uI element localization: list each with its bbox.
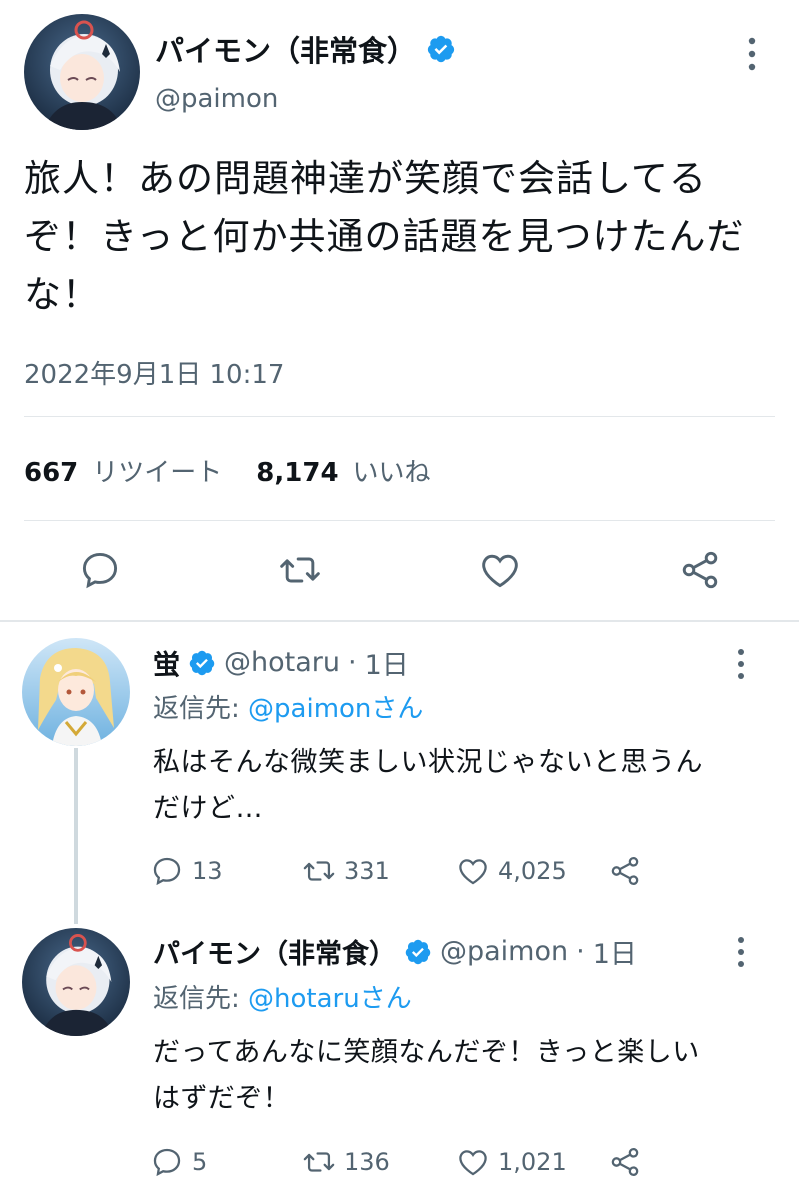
share-icon[interactable] xyxy=(678,548,722,592)
retweet-count: 331 xyxy=(344,857,390,885)
more-options-icon[interactable] xyxy=(740,34,764,74)
author-name[interactable]: パイモン（非常食） xyxy=(155,28,456,70)
like-count: 4,025 xyxy=(498,857,567,885)
like-icon[interactable] xyxy=(478,548,522,592)
tweet-timestamp[interactable]: 2022年9月1日 10:17 xyxy=(24,354,284,391)
like-icon xyxy=(459,859,487,885)
like-icon xyxy=(459,1150,487,1176)
reply-button[interactable]: 5 xyxy=(150,1145,207,1179)
separator-dot: · xyxy=(576,936,585,967)
like-count[interactable]: 8,174 xyxy=(256,458,338,488)
tweet-actions-bar xyxy=(0,548,799,598)
separator-dot: · xyxy=(347,647,357,678)
reply-2-header: パイモン（非常食） @paimon · 1日 xyxy=(153,932,637,971)
reply-1-header: 蛍 @hotaru · 1日 xyxy=(153,643,409,682)
retweet-button[interactable]: 331 xyxy=(302,854,390,888)
verified-badge-icon xyxy=(426,34,456,64)
verified-badge-icon xyxy=(404,938,432,966)
retweet-count: 136 xyxy=(344,1148,390,1176)
divider xyxy=(24,520,775,521)
retweet-count[interactable]: 667 xyxy=(24,458,78,488)
reply-to-label: 返信先: xyxy=(153,984,249,1014)
reply-1-handle[interactable]: @hotaru xyxy=(224,647,340,678)
avatar-paimon[interactable] xyxy=(24,14,140,130)
retweet-icon[interactable] xyxy=(278,548,322,592)
reply-2-actions: 5 136 1,021 xyxy=(150,1145,670,1185)
reply-2-handle[interactable]: @paimon xyxy=(440,936,568,967)
reply-1-text: 私はそんな微笑ましい状況じゃないと思うん だけど… xyxy=(153,747,703,824)
section-divider xyxy=(0,620,799,622)
reply-icon xyxy=(153,857,181,886)
retweet-label[interactable]: リツイート xyxy=(92,452,222,489)
reply-1-display-name[interactable]: 蛍 xyxy=(153,643,180,682)
reply-to-label: 返信先: xyxy=(153,694,249,724)
verified-badge-icon xyxy=(188,649,216,677)
like-button[interactable]: 1,021 xyxy=(456,1145,567,1179)
reply-1-time[interactable]: 1日 xyxy=(365,643,409,682)
like-label[interactable]: いいね xyxy=(353,452,431,489)
reply-count: 5 xyxy=(192,1148,208,1176)
reply-to-mention[interactable]: @paimonさん xyxy=(248,694,423,724)
retweet-icon xyxy=(303,861,335,881)
like-button[interactable]: 4,025 xyxy=(456,854,567,888)
tweet-stats: 667 リツイート 8,174 いいね xyxy=(24,452,431,489)
reply-2-reply-to: 返信先: @hotaruさん xyxy=(153,978,412,1015)
reply-icon[interactable] xyxy=(78,548,122,592)
reply-button[interactable]: 13 xyxy=(150,854,223,888)
author-handle[interactable]: @paimon xyxy=(155,84,278,114)
thread-connector xyxy=(74,748,78,924)
reply-count: 13 xyxy=(192,857,223,885)
retweet-icon xyxy=(303,1152,335,1172)
more-options-icon[interactable] xyxy=(730,934,752,970)
like-count: 1,021 xyxy=(498,1148,567,1176)
reply-to-mention[interactable]: @hotaruさん xyxy=(248,984,412,1014)
more-options-icon[interactable] xyxy=(730,646,752,682)
display-name[interactable]: パイモン（非常食） xyxy=(155,28,416,70)
share-icon xyxy=(611,1147,639,1177)
reply-2-time[interactable]: 1日 xyxy=(593,932,637,971)
divider xyxy=(24,416,775,417)
reply-1-reply-to: 返信先: @paimonさん xyxy=(153,688,423,725)
reply-2-text: だってあんなに笑顔なんだぞ！きっと楽しい はずだぞ！ xyxy=(153,1037,700,1114)
tweet-text: 旅人！あの問題神達が笑顔で会話してる ぞ！きっと何か共通の話題を見つけたんだ な… xyxy=(24,157,745,316)
retweet-button[interactable]: 136 xyxy=(302,1145,390,1179)
avatar-paimon[interactable] xyxy=(22,928,130,1036)
reply-1-actions: 13 331 4,025 xyxy=(150,854,670,894)
reply-icon xyxy=(153,1148,181,1177)
share-button[interactable] xyxy=(608,1145,642,1179)
reply-2-display-name[interactable]: パイモン（非常食） xyxy=(153,932,396,971)
share-icon xyxy=(611,856,639,886)
avatar-hotaru[interactable] xyxy=(22,638,130,746)
tweet-thread-page: パイモン（非常食） @paimon 旅人！あの問題神達が笑顔で会話してる ぞ！き… xyxy=(0,0,799,1200)
share-button[interactable] xyxy=(608,854,642,888)
